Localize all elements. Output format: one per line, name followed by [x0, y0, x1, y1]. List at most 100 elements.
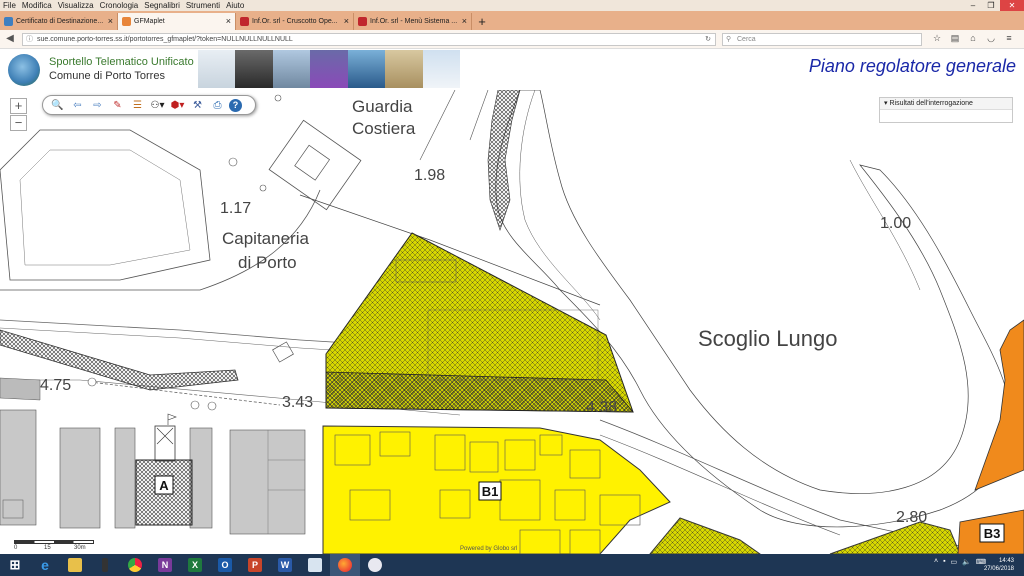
label-1-00: 1.00	[880, 215, 911, 232]
taskbar-word[interactable]: W	[270, 554, 300, 576]
map-svg: Guardia Costiera Capitaneria di Porto Sc…	[0, 90, 1024, 554]
nav-bar: ◀ ⓘ sue.comune.porto-torres.ss.it/portot…	[0, 30, 1024, 49]
site-header: Sportello Telematico Unificato Comune di…	[0, 50, 1024, 90]
system-tray: ˄ ▪ ▭ 🔈 ⌨	[934, 558, 986, 566]
network-icon[interactable]: ▭	[951, 558, 958, 566]
window-controls: – ❐ ✕	[964, 0, 1024, 11]
restore-icon[interactable]: ❐	[982, 0, 1000, 11]
print-icon[interactable]: ⎙	[209, 98, 226, 112]
url-text: sue.comune.porto-torres.ss.it/portotorre…	[37, 36, 293, 43]
menu-cronologia[interactable]: Cronologia	[97, 0, 142, 11]
help-icon[interactable]: ?	[229, 98, 242, 112]
menu-file[interactable]: File	[0, 0, 19, 11]
bookmark-star-icon[interactable]: ☆	[928, 33, 946, 44]
volume-icon[interactable]: 🔈	[962, 558, 971, 566]
excel-icon: X	[188, 558, 202, 572]
logo-title: Sportello Telematico Unificato	[49, 56, 194, 68]
label-3-43: 3.43	[282, 394, 313, 411]
menu-aiuto[interactable]: Aiuto	[223, 0, 247, 11]
tools-icon[interactable]: ⚒	[189, 98, 206, 112]
tab-close-icon[interactable]: ×	[462, 13, 467, 30]
tab-label: GFMaplet	[134, 18, 165, 25]
taskbar-outlook[interactable]: O	[210, 554, 240, 576]
page-title: Piano regolatore generale	[808, 56, 1016, 76]
scale-15: 15	[44, 545, 51, 551]
menu-modifica[interactable]: Modifica	[19, 0, 55, 11]
start-button[interactable]: ⊞	[0, 554, 30, 576]
measure-icon[interactable]: ✎	[109, 98, 126, 112]
tab-menu-sistema[interactable]: Inf.Or. srl - Menù Sistema ... ×	[354, 13, 472, 30]
new-tab-button[interactable]: +	[472, 13, 492, 30]
home-icon[interactable]: ⌂	[964, 33, 982, 44]
taskbar-edge[interactable]: e	[30, 554, 60, 576]
menu-bar: File Modifica Visualizza Cronologia Segn…	[0, 0, 1024, 11]
search-icon: ⚲	[726, 36, 732, 43]
label-4-38: 4.38	[586, 399, 617, 416]
zoom-controls: + −	[10, 98, 27, 132]
zone-b3-label: B3	[984, 526, 1001, 541]
logo-icon	[8, 54, 40, 86]
tab-certificato[interactable]: Certificato di Destinazione... ×	[0, 13, 118, 30]
scale-0: 0	[14, 545, 18, 551]
map-canvas[interactable]: Guardia Costiera Capitaneria di Porto Sc…	[0, 90, 1024, 554]
label-1-17: 1.17	[220, 200, 251, 217]
taskbar-chrome[interactable]	[120, 554, 150, 576]
nav-icons: ☆ ▤ ⌂ ◡ ≡	[928, 33, 1018, 44]
taskbar-firefox[interactable]	[330, 554, 360, 576]
tray-up-icon[interactable]: ˄	[934, 558, 938, 566]
menu-strumenti[interactable]: Strumenti	[183, 0, 223, 11]
taskbar-onenote[interactable]: N	[150, 554, 180, 576]
search-input[interactable]: ⚲ Cerca	[722, 33, 922, 46]
tab-close-icon[interactable]: ×	[108, 13, 113, 30]
taskbar-excel[interactable]: X	[180, 554, 210, 576]
menu-visualizza[interactable]: Visualizza	[55, 0, 97, 11]
clock-time: 14:43	[998, 558, 1014, 564]
menu-segnalibri[interactable]: Segnalibri	[141, 0, 183, 11]
tab-close-icon[interactable]: ×	[226, 13, 231, 30]
binoculars-icon[interactable]: ⚇▾	[149, 98, 166, 112]
folder-icon	[68, 558, 82, 572]
tab-label: Certificato di Destinazione...	[16, 18, 104, 25]
tab-favicon-icon	[122, 17, 131, 26]
logo-subtitle: Comune di Porto Torres	[49, 70, 165, 82]
taskbar-powerpoint[interactable]: P	[240, 554, 270, 576]
zoom-out-button[interactable]: −	[10, 115, 27, 131]
info-icon[interactable]: ⓘ	[26, 34, 33, 45]
label-1-98: 1.98	[414, 167, 445, 184]
powerpoint-icon: P	[248, 558, 262, 572]
close-icon[interactable]: ✕	[1000, 0, 1024, 11]
breakwater	[487, 90, 521, 231]
label-4-75: 4.75	[40, 377, 71, 394]
pocket-icon[interactable]: ◡	[982, 33, 1000, 44]
app2-icon	[368, 558, 382, 572]
zoom-in-button[interactable]: +	[10, 98, 27, 114]
hamburger-menu-icon[interactable]: ≡	[1000, 33, 1018, 44]
cube-icon[interactable]: ⬢▾	[169, 98, 186, 112]
forward-arrow-icon[interactable]: ⇨	[89, 98, 106, 112]
scale-bar: 0 15 30m	[14, 540, 94, 554]
clock-date: 27/06/2018	[983, 566, 1014, 572]
label-guardia: Guardia	[352, 97, 413, 116]
tab-favicon-icon	[240, 17, 249, 26]
reload-icon[interactable]: ↻	[705, 34, 711, 45]
tab-close-icon[interactable]: ×	[344, 13, 349, 30]
layers-list-icon[interactable]: ☰	[129, 98, 146, 112]
taskbar-app[interactable]	[90, 554, 120, 576]
back-icon[interactable]: ◀	[3, 33, 17, 44]
label-capitaneria: Capitaneria	[222, 229, 309, 248]
minimize-icon[interactable]: –	[964, 0, 982, 11]
url-bar[interactable]: ⓘ sue.comune.porto-torres.ss.it/portotor…	[22, 33, 716, 46]
results-panel-header[interactable]: ▾ Risultati dell'interrogazione	[880, 98, 1012, 110]
library-icon[interactable]: ▤	[946, 33, 964, 44]
taskbar-app2[interactable]	[360, 554, 390, 576]
tray-app-icon[interactable]: ▪	[943, 558, 945, 566]
tab-label: Inf.Or. srl - Menù Sistema ...	[370, 18, 458, 25]
back-arrow-icon[interactable]: ⇦	[69, 98, 86, 112]
zoom-search-icon[interactable]: 🔍	[49, 98, 66, 112]
zone-b1-label: B1	[482, 484, 499, 499]
taskbar-explorer[interactable]	[60, 554, 90, 576]
clock[interactable]: 14:43 27/06/2018	[984, 557, 1014, 573]
tab-gfmaplet[interactable]: GFMaplet ×	[118, 13, 236, 30]
taskbar-notepad[interactable]	[300, 554, 330, 576]
tab-cruscotto[interactable]: Inf.Or. srl - Cruscotto Ope... ×	[236, 13, 354, 30]
